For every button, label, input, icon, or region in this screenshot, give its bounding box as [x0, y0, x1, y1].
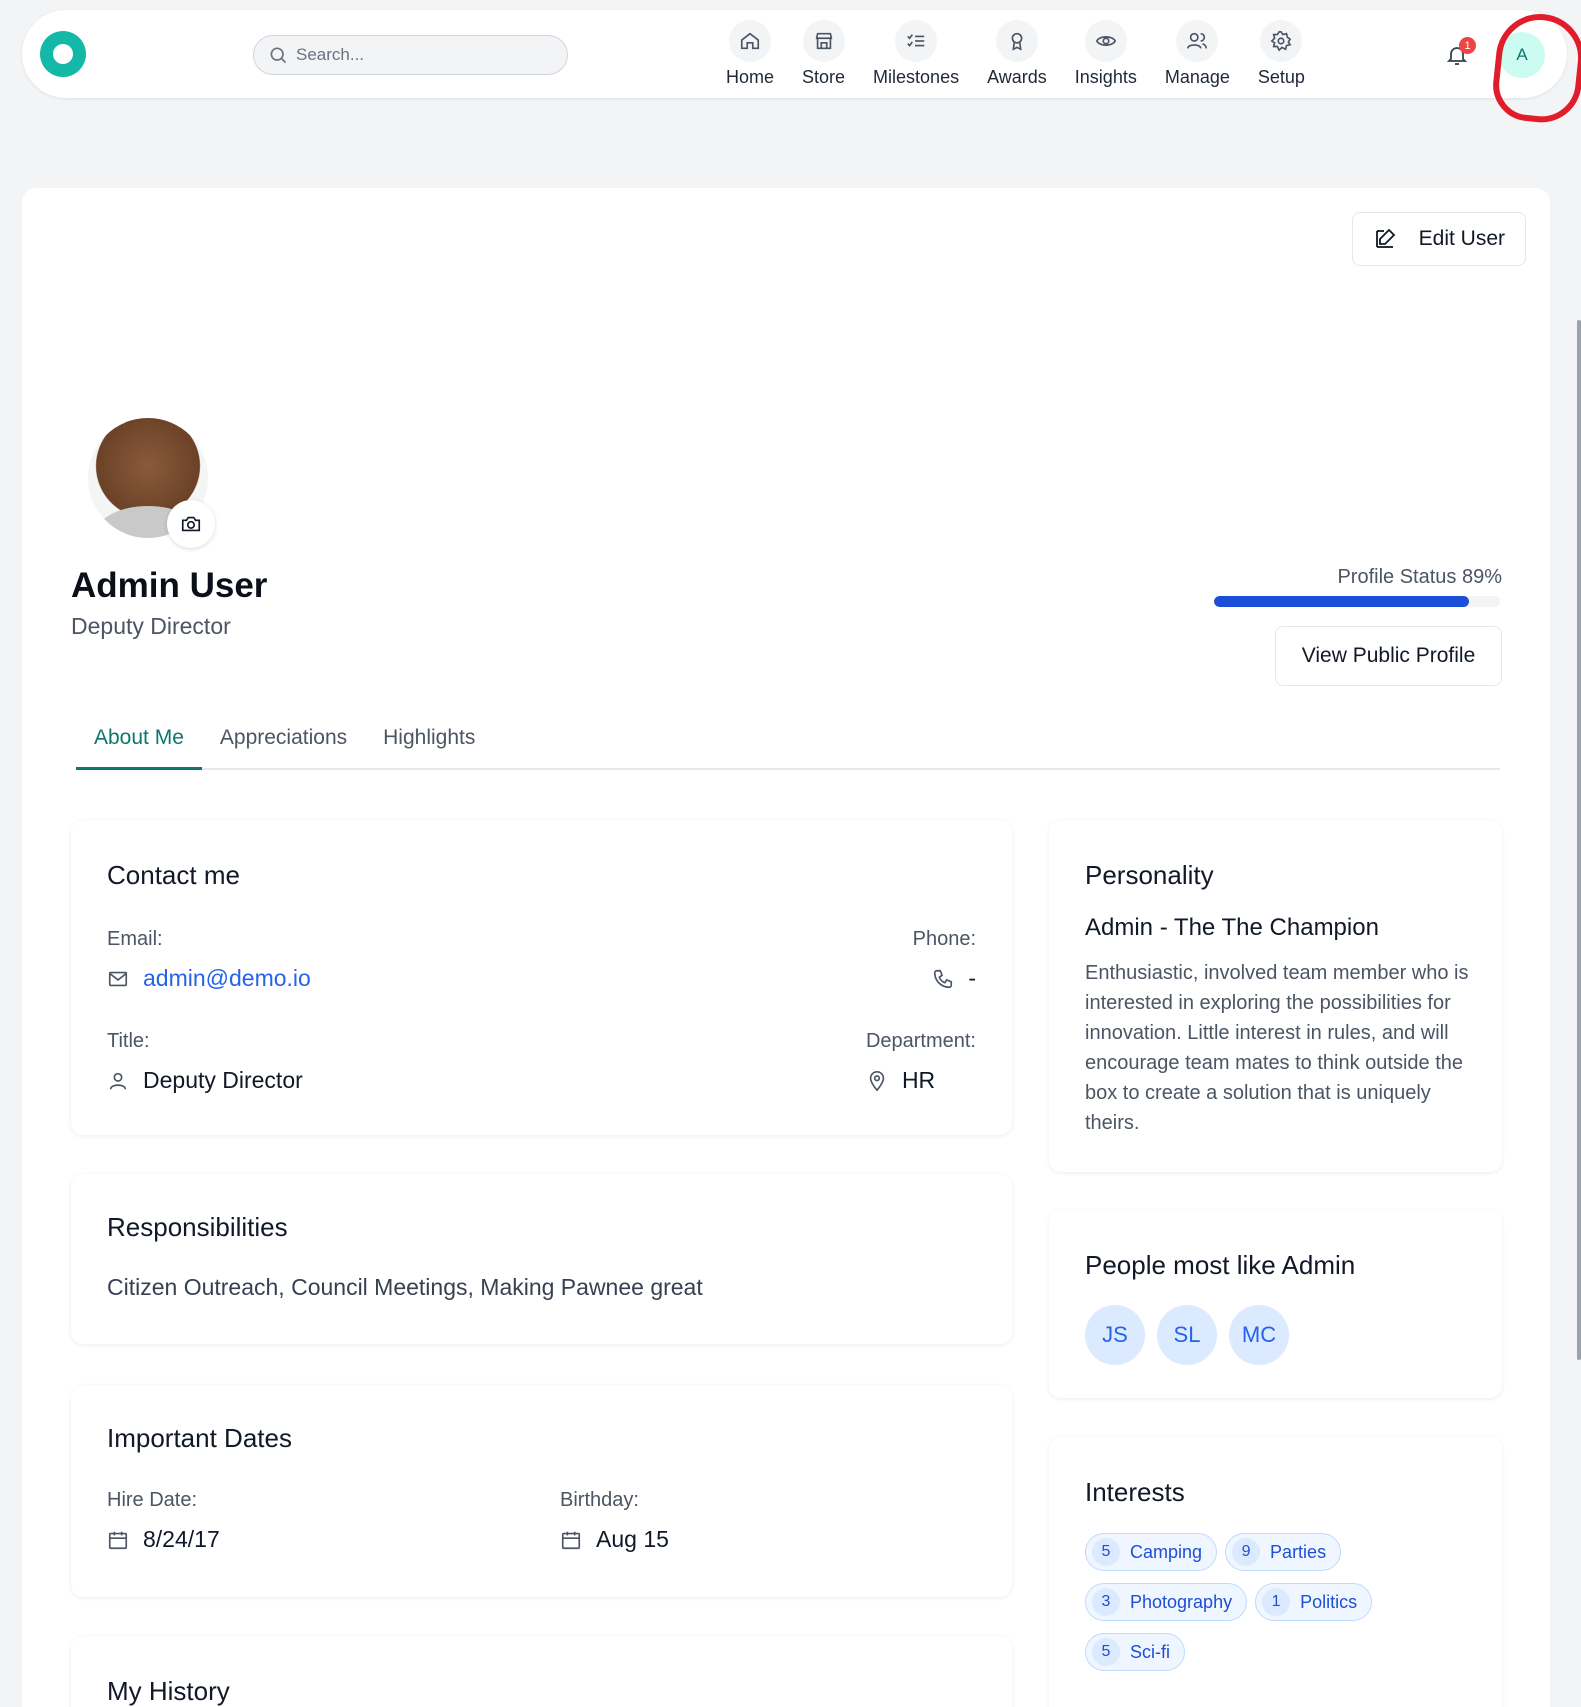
users-icon: [1176, 20, 1219, 62]
nav-manage[interactable]: Manage: [1151, 20, 1244, 88]
tab-appreciations[interactable]: Appreciations: [202, 708, 365, 770]
user-name: Admin User: [71, 566, 268, 605]
gear-icon: [1260, 20, 1303, 62]
interest-label: Photography: [1130, 1591, 1233, 1612]
top-navigation-bar: Home Store Milestones Awards Insights: [22, 9, 1581, 127]
history-title: My History: [107, 1676, 230, 1706]
department-value: HR: [901, 1067, 936, 1093]
nav-label: Manage: [1164, 67, 1230, 87]
dates-title: Important Dates: [107, 1423, 292, 1453]
eye-icon: [1084, 20, 1127, 62]
contact-panel: Contact me Email: admin@demo.io Phone: -…: [71, 820, 1012, 1135]
history-panel: My History: [71, 1636, 1012, 1707]
title-value: Deputy Director: [143, 1067, 303, 1093]
app-logo[interactable]: [40, 31, 86, 77]
responsibilities-title: Responsibilities: [107, 1212, 288, 1242]
phone-value: -: [968, 965, 976, 991]
profile-tabs: About Me Appreciations Highlights: [76, 708, 1500, 770]
nav-label: Setup: [1257, 67, 1305, 87]
main-nav: Home Store Milestones Awards Insights Ma…: [712, 20, 1319, 88]
change-photo-button[interactable]: [167, 500, 215, 548]
birthday-label: Birthday:: [560, 1489, 639, 1511]
personality-panel: Personality Admin - The The Champion Ent…: [1049, 820, 1502, 1172]
personality-type: Admin - The The Champion: [1085, 914, 1379, 941]
nav-label: Milestones: [873, 67, 960, 87]
interest-chip[interactable]: 3 Photography: [1085, 1583, 1248, 1621]
nav-label: Insights: [1074, 67, 1137, 87]
notification-badge: 1: [1459, 37, 1476, 54]
important-dates-panel: Important Dates Hire Date: 8/24/17 Birth…: [71, 1385, 1012, 1597]
interest-count: 5: [1092, 1538, 1120, 1566]
interest-label: Parties: [1270, 1541, 1327, 1562]
nav-label: Home: [726, 67, 775, 87]
hire-date-label: Hire Date:: [107, 1489, 198, 1511]
nav-label: Awards: [987, 67, 1047, 87]
similar-people-panel: People most like Admin JS SL MC: [1049, 1210, 1502, 1398]
responsibilities-panel: Responsibilities Citizen Outreach, Counc…: [71, 1174, 1012, 1344]
view-public-profile-button[interactable]: View Public Profile: [1275, 626, 1502, 686]
nav-insights[interactable]: Insights: [1061, 20, 1151, 88]
email-label: Email:: [107, 928, 163, 950]
tab-highlights[interactable]: Highlights: [365, 708, 493, 770]
annotation-circle: [1489, 9, 1581, 127]
tab-about-me[interactable]: About Me: [76, 708, 202, 770]
nav-awards[interactable]: Awards: [973, 20, 1061, 88]
notifications-button[interactable]: 1: [1442, 37, 1476, 70]
location-pin-icon: [869, 1070, 885, 1091]
home-icon: [729, 20, 771, 62]
store-icon: [802, 20, 845, 62]
profile-status-bar: [1214, 596, 1500, 607]
interest-count: 5: [1092, 1638, 1120, 1666]
nav-milestones[interactable]: Milestones: [859, 20, 973, 88]
person-avatar[interactable]: JS: [1085, 1305, 1145, 1365]
search-input[interactable]: [296, 45, 546, 65]
contact-title: Contact me: [107, 860, 240, 890]
profile-status-label: Profile Status 89%: [1337, 566, 1502, 588]
search-icon: [270, 47, 287, 64]
title-label: Title:: [107, 1030, 150, 1052]
interest-count: 1: [1262, 1588, 1291, 1616]
interest-count: 9: [1232, 1538, 1261, 1566]
checklist-icon: [895, 20, 938, 62]
nav-store[interactable]: Store: [788, 20, 859, 88]
page-scrollbar[interactable]: [1577, 320, 1581, 1360]
edit-user-label: Edit User: [1418, 227, 1505, 250]
award-icon: [995, 20, 1038, 62]
email-link[interactable]: admin@demo.io: [143, 965, 311, 992]
person-avatar[interactable]: SL: [1157, 1305, 1217, 1365]
edit-user-button[interactable]: Edit User: [1351, 212, 1526, 266]
similar-people-title: People most like Admin: [1085, 1250, 1356, 1280]
interest-chip[interactable]: 5 Sci-fi: [1085, 1633, 1185, 1671]
personality-title: Personality: [1085, 860, 1214, 890]
user-role: Deputy Director: [71, 613, 231, 639]
mail-icon: [108, 971, 128, 986]
calendar-icon: [108, 1531, 128, 1549]
interest-count: 3: [1092, 1588, 1120, 1616]
calendar-icon: [561, 1531, 581, 1549]
nav-setup[interactable]: Setup: [1244, 20, 1319, 88]
hire-date-value: 8/24/17: [143, 1526, 220, 1552]
interest-chip[interactable]: 9 Parties: [1225, 1533, 1342, 1571]
profile-status-fill: [1214, 596, 1469, 607]
interest-label: Camping: [1130, 1541, 1203, 1562]
personality-description: Enthusiastic, involved team member who i…: [1085, 962, 1469, 1134]
interests-title: Interests: [1085, 1477, 1185, 1507]
phone-label: Phone:: [912, 928, 976, 950]
phone-icon: [934, 969, 953, 988]
interest-label: Sci-fi: [1130, 1641, 1170, 1662]
nav-home[interactable]: Home: [712, 20, 788, 88]
interests-panel: Interests 5 Camping 9 Parties 3 Photography 1…: [1049, 1437, 1502, 1707]
search-box[interactable]: [253, 35, 568, 75]
person-avatar[interactable]: MC: [1229, 1305, 1289, 1365]
responsibilities-text: Citizen Outreach, Council Meetings, Maki…: [107, 1274, 703, 1300]
person-icon: [109, 1072, 127, 1090]
interest-chip[interactable]: 5 Camping: [1085, 1533, 1218, 1571]
interest-chip[interactable]: 1 Politics: [1255, 1583, 1373, 1621]
birthday-value: Aug 15: [596, 1526, 669, 1552]
department-label: Department:: [865, 1030, 976, 1052]
interest-label: Politics: [1300, 1591, 1358, 1612]
nav-label: Store: [802, 67, 846, 87]
camera-icon: [181, 516, 201, 532]
edit-icon: [1375, 228, 1395, 248]
